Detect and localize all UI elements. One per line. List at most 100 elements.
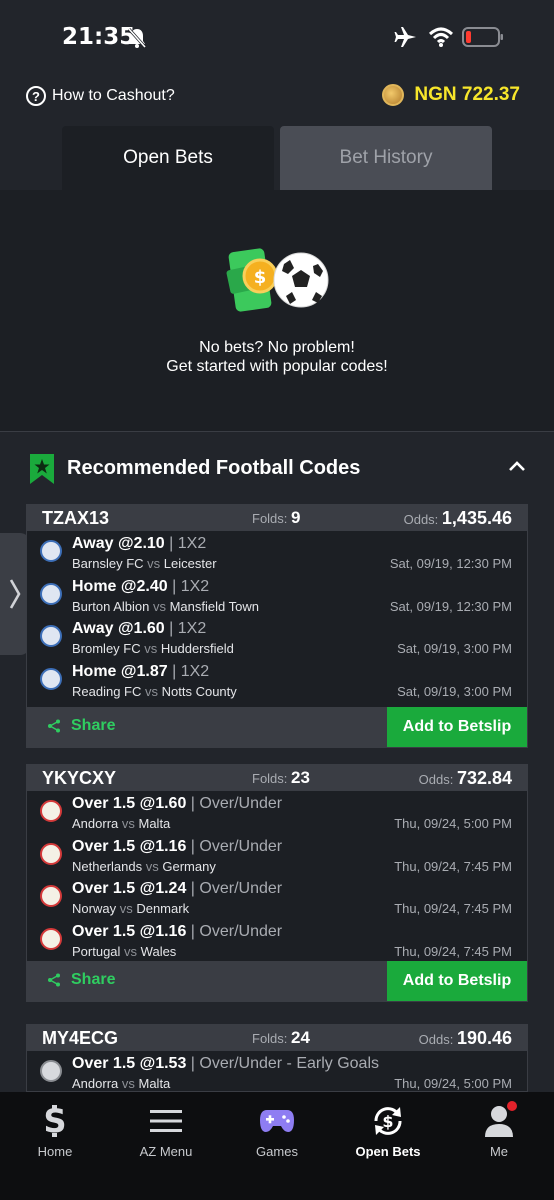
- total-odds: Odds: 190.46: [418, 1028, 512, 1048]
- tab-open-bets[interactable]: Open Bets: [62, 126, 274, 190]
- svg-text:$: $: [254, 267, 267, 288]
- selection-match: Norway vs Denmark: [72, 901, 190, 916]
- selection-pick: Away @1.60 | 1X2: [72, 620, 207, 637]
- booking-code[interactable]: YKYCXY: [42, 768, 116, 789]
- code-card: TZAX13 Folds: 9 Odds: 1,435.46 Away @2.1…: [26, 504, 528, 748]
- selection-row: Home @2.40 | 1X2 Burton Albion vs Mansfi…: [27, 574, 527, 617]
- selection-pick: Home @1.87 | 1X2: [72, 662, 210, 680]
- hamburger-menu-icon: [150, 1110, 182, 1132]
- bet-tabs: Open Bets Bet History: [0, 126, 554, 190]
- svg-text:S: S: [43, 1105, 66, 1137]
- notification-dot: [507, 1101, 517, 1111]
- selection-match: Portugal vs Wales: [72, 943, 177, 959]
- league-logo-icon: [40, 927, 62, 950]
- question-icon: ?: [26, 86, 46, 106]
- selection-pick: Over 1.5 @1.53 | Over/Under - Early Goal…: [72, 1055, 380, 1072]
- status-bar: 21:35: [0, 0, 554, 76]
- league-logo-icon: [40, 667, 62, 690]
- selection-row: Over 1.5 @1.16 | Over/Under Netherlands …: [27, 834, 527, 877]
- open-bets-icon: $: [374, 1107, 402, 1135]
- coin-icon: [382, 84, 405, 106]
- share-icon: [48, 973, 60, 987]
- nav-az-menu[interactable]: AZ Menu: [111, 1104, 221, 1159]
- selection-row: Over 1.5 @1.24 | Over/Under Norway vs De…: [27, 876, 527, 919]
- battery-icon: [462, 27, 503, 47]
- folds: Folds: 24: [252, 1028, 310, 1047]
- booking-code[interactable]: TZAX13: [42, 508, 109, 529]
- card-header: TZAX13 Folds: 9 Odds: 1,435.46: [27, 505, 527, 531]
- balance-display[interactable]: NGN 722.37: [382, 84, 520, 106]
- selection-pick: Over 1.5 @1.60 | Over/Under: [72, 795, 283, 812]
- selection-date: Sat, 09/19, 12:30 PM: [389, 556, 512, 571]
- selection-row: Away @1.60 | 1X2 Bromley FC vs Huddersfi…: [27, 616, 527, 659]
- selection-date: Thu, 09/24, 7:45 PM: [394, 858, 512, 874]
- selection-match: Netherlands vs Germany: [72, 858, 216, 874]
- selection-pick: Over 1.5 @1.16 | Over/Under: [72, 922, 283, 940]
- tab-bet-history[interactable]: Bet History: [280, 126, 492, 190]
- bell-muted-icon: [127, 28, 147, 48]
- selection-pick: Away @2.10 | 1X2: [72, 535, 207, 552]
- chevron-up-icon[interactable]: [508, 460, 526, 472]
- how-to-cashout-link[interactable]: ? How to Cashout?: [26, 86, 175, 106]
- cashout-label: How to Cashout?: [52, 87, 175, 104]
- card-header: MY4ECG Folds: 24 Odds: 190.46: [27, 1025, 527, 1051]
- share-button[interactable]: Share: [47, 717, 115, 735]
- selection-row: Home @1.87 | 1X2 Reading FC vs Notts Cou…: [27, 659, 527, 702]
- bottom-navigation: S Home AZ Menu Games $ Open Bets Me: [0, 1092, 554, 1200]
- league-logo-icon: [40, 540, 62, 562]
- selection-date: Sat, 09/19, 12:30 PM: [389, 598, 512, 614]
- nav-me[interactable]: Me: [444, 1101, 554, 1159]
- sporty-logo-icon: S: [43, 1105, 67, 1137]
- league-logo-icon: [40, 885, 62, 907]
- bookmark-star-icon: [30, 454, 54, 484]
- selection-match: Burton Albion vs Mansfield Town: [72, 598, 259, 614]
- empty-line-1: No bets? No problem!: [199, 339, 355, 356]
- section-divider: [0, 431, 554, 432]
- money-and-football-illustration: $: [226, 248, 329, 312]
- recommended-header[interactable]: Recommended Football Codes: [0, 448, 554, 490]
- selection-match: Andorra vs Malta: [72, 816, 171, 831]
- selection-match: Barnsley FC vs Leicester: [72, 556, 217, 571]
- add-to-betslip-button[interactable]: Add to Betslip: [387, 961, 527, 1001]
- selection-pick: Home @2.40 | 1X2: [72, 577, 210, 595]
- share-icon: [48, 719, 60, 733]
- selection-match: Andorra vs Malta: [72, 1076, 171, 1091]
- folds: Folds: 9: [252, 508, 301, 527]
- selection-date: Thu, 09/24, 7:45 PM: [394, 943, 512, 959]
- selection-date: Thu, 09/24, 5:00 PM: [394, 816, 512, 831]
- airplane-icon: [394, 27, 416, 47]
- league-logo-icon: [40, 625, 62, 647]
- nav-open-bets[interactable]: $ Open Bets: [333, 1104, 443, 1159]
- svg-text:$: $: [382, 1112, 393, 1131]
- add-to-betslip-button[interactable]: Add to Betslip: [387, 707, 527, 747]
- selection-row: Over 1.5 @1.53 | Over/Under - Early Goal…: [27, 1051, 527, 1091]
- nav-home[interactable]: S Home: [0, 1104, 110, 1159]
- code-card: YKYCXY Folds: 23 Odds: 732.84 Over 1.5 @…: [26, 764, 528, 1002]
- selection-date: Thu, 09/24, 5:00 PM: [394, 1076, 512, 1091]
- league-logo-icon: [40, 842, 62, 865]
- selection-match: Bromley FC vs Huddersfield: [72, 641, 234, 656]
- wifi-icon: [428, 27, 454, 47]
- selection-date: Sat, 09/19, 3:00 PM: [397, 641, 512, 656]
- code-card: MY4ECG Folds: 24 Odds: 190.46 Over 1.5 @…: [26, 1024, 528, 1092]
- selection-match: Reading FC vs Notts County: [72, 683, 237, 699]
- league-logo-icon: [40, 1060, 62, 1082]
- league-logo-icon: [40, 582, 62, 605]
- chevron-right-icon: [9, 579, 21, 609]
- nav-games[interactable]: Games: [222, 1104, 332, 1159]
- card-footer: Share Add to Betslip: [27, 707, 527, 747]
- balance-amount: NGN 722.37: [414, 84, 520, 105]
- total-odds: Odds: 1,435.46: [403, 508, 512, 528]
- booking-code[interactable]: MY4ECG: [42, 1028, 118, 1049]
- empty-line-2: Get started with popular codes!: [166, 358, 388, 375]
- status-time: 21:35: [62, 24, 136, 50]
- empty-message: No bets? No problem! Get started with po…: [0, 338, 554, 376]
- share-button[interactable]: Share: [47, 971, 115, 989]
- recommended-title: Recommended Football Codes: [67, 457, 361, 479]
- selection-row: Away @2.10 | 1X2 Barnsley FC vs Leiceste…: [27, 531, 527, 574]
- league-logo-icon: [40, 800, 62, 822]
- selection-pick: Over 1.5 @1.16 | Over/Under: [72, 837, 283, 855]
- card-header: YKYCXY Folds: 23 Odds: 732.84: [27, 765, 527, 791]
- gamepad-icon: [260, 1110, 294, 1132]
- total-odds: Odds: 732.84: [418, 768, 512, 788]
